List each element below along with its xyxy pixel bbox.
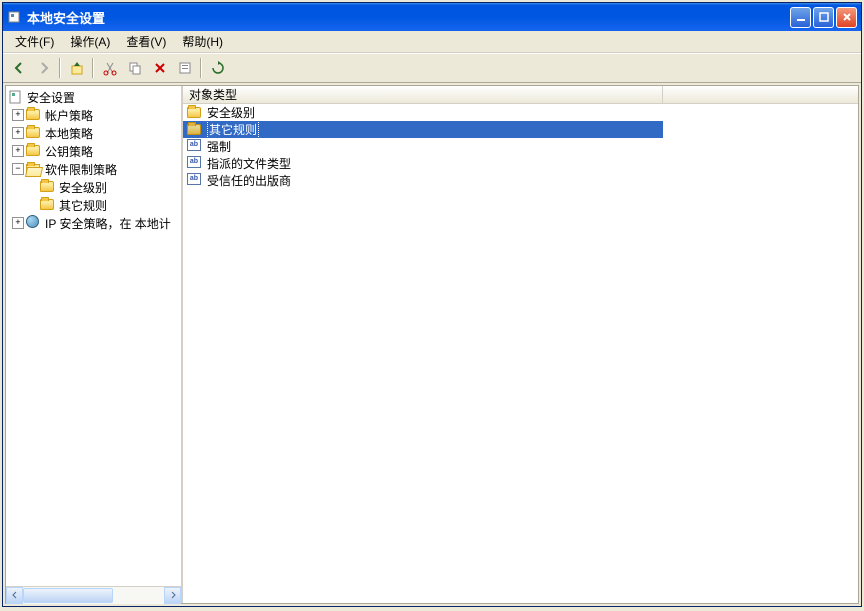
scroll-right-button[interactable]	[164, 587, 181, 604]
forward-button[interactable]	[32, 57, 55, 79]
list-view[interactable]: 安全级别 其它规则 ab 强制 ab 指派的文件类型	[183, 104, 858, 603]
folder-icon	[187, 105, 203, 121]
folder-icon	[40, 179, 56, 195]
list-item-filetypes[interactable]: ab 指派的文件类型	[183, 155, 858, 172]
close-button[interactable]	[836, 7, 857, 28]
tree-item-security-level[interactable]: 安全级别	[6, 178, 181, 196]
window-title: 本地安全设置	[27, 8, 790, 27]
collapse-icon[interactable]: −	[12, 163, 24, 175]
expand-icon[interactable]: +	[12, 217, 24, 229]
up-button[interactable]	[65, 57, 88, 79]
minimize-button[interactable]	[790, 7, 811, 28]
expand-icon[interactable]: +	[12, 127, 24, 139]
list-label: 安全级别	[207, 104, 255, 121]
tree-item-accounts[interactable]: + 帐户策略	[6, 106, 181, 124]
column-object-type[interactable]: 对象类型	[183, 86, 663, 103]
registry-icon: ab	[187, 173, 203, 189]
list-panel: 对象类型 安全级别 其它规则 ab 强制	[183, 86, 858, 603]
registry-icon: ab	[187, 156, 203, 172]
tree-label: 软件限制策略	[45, 161, 117, 178]
expand-icon[interactable]: +	[12, 109, 24, 121]
horizontal-scrollbar[interactable]	[6, 586, 181, 603]
menubar: 文件(F) 操作(A) 查看(V) 帮助(H)	[3, 31, 861, 53]
folder-open-icon	[26, 161, 42, 177]
registry-icon: ab	[187, 139, 203, 155]
tree-item-ipsec[interactable]: + IP 安全策略，在 本地计	[6, 214, 181, 232]
security-root-icon	[8, 89, 24, 105]
tree-label: IP 安全策略，在 本地计	[45, 215, 171, 232]
tree-item-other-rules[interactable]: 其它规则	[6, 196, 181, 214]
tree-label: 公钥策略	[45, 143, 93, 160]
folder-icon	[26, 107, 42, 123]
separator	[92, 58, 94, 78]
menu-action[interactable]: 操作(A)	[62, 31, 118, 52]
tree-label: 本地策略	[45, 125, 93, 142]
folder-icon	[40, 197, 56, 213]
list-label: 强制	[207, 138, 231, 155]
menu-help[interactable]: 帮助(H)	[174, 31, 231, 52]
folder-icon	[26, 143, 42, 159]
refresh-button[interactable]	[206, 57, 229, 79]
scroll-left-button[interactable]	[6, 587, 23, 604]
list-item-trusted[interactable]: ab 受信任的出版商	[183, 172, 858, 189]
toolbar	[3, 53, 861, 83]
scroll-track[interactable]	[23, 587, 164, 604]
list-label: 受信任的出版商	[207, 172, 291, 189]
tree-root[interactable]: 安全设置	[6, 88, 181, 106]
tree-label: 其它规则	[59, 197, 107, 214]
back-button[interactable]	[7, 57, 30, 79]
maximize-button[interactable]	[813, 7, 834, 28]
titlebar: 本地安全设置	[3, 3, 861, 31]
properties-button[interactable]	[173, 57, 196, 79]
tree-item-software[interactable]: − 软件限制策略	[6, 160, 181, 178]
tree-label: 帐户策略	[45, 107, 93, 124]
list-label: 其它规则	[207, 120, 259, 139]
cut-button[interactable]	[98, 57, 121, 79]
menu-view[interactable]: 查看(V)	[118, 31, 174, 52]
content-area: 安全设置 + 帐户策略 + 本地策略	[5, 85, 859, 604]
window-controls	[790, 7, 857, 28]
list-label: 指派的文件类型	[207, 155, 291, 172]
list-item-enforce[interactable]: ab 强制	[183, 138, 858, 155]
delete-button[interactable]	[148, 57, 171, 79]
folder-icon	[187, 122, 203, 138]
tree-view[interactable]: 安全设置 + 帐户策略 + 本地策略	[6, 86, 181, 586]
folder-icon	[26, 125, 42, 141]
list-item-security-level[interactable]: 安全级别	[183, 104, 858, 121]
tree-panel: 安全设置 + 帐户策略 + 本地策略	[6, 86, 183, 603]
scroll-thumb[interactable]	[23, 588, 113, 603]
tree-label: 安全设置	[27, 89, 75, 106]
tree-label: 安全级别	[59, 179, 107, 196]
tree-item-local[interactable]: + 本地策略	[6, 124, 181, 142]
column-header: 对象类型	[183, 86, 858, 104]
copy-button[interactable]	[123, 57, 146, 79]
list-item-other-rules[interactable]: 其它规则	[183, 121, 663, 138]
expand-icon[interactable]: +	[12, 145, 24, 157]
app-icon	[7, 9, 23, 25]
main-window: 本地安全设置 文件(F) 操作(A) 查看(V) 帮助(H)	[2, 2, 862, 607]
separator	[200, 58, 202, 78]
tree-item-pubkey[interactable]: + 公钥策略	[6, 142, 181, 160]
menu-file[interactable]: 文件(F)	[7, 31, 62, 52]
separator	[59, 58, 61, 78]
globe-icon	[26, 215, 42, 231]
